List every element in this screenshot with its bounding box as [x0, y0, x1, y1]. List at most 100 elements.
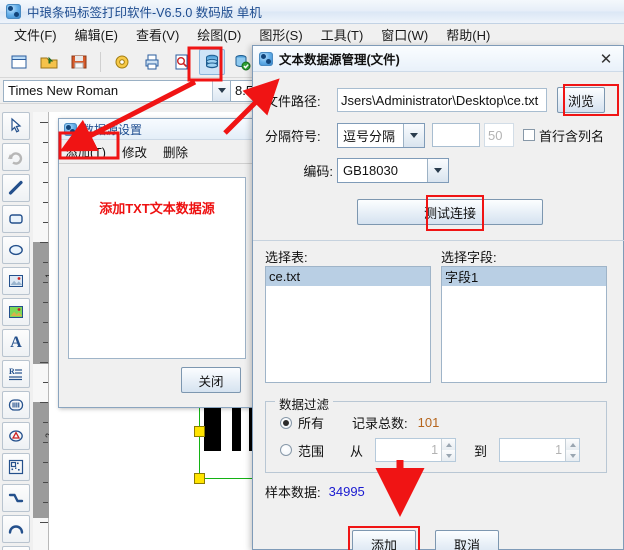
separator-custom-input[interactable]	[432, 123, 480, 147]
rectangle-icon[interactable]	[2, 205, 30, 233]
settings-gear-icon[interactable]	[109, 49, 135, 75]
sample-data-label: 样本数据:	[265, 485, 321, 500]
application-window: 中琅条码标签打印软件-V6.5.0 数码版 单机 文件(F) 编辑(E) 查看(…	[0, 0, 624, 550]
table-listbox[interactable]: ce.txt	[265, 266, 431, 383]
rotate-icon[interactable]	[2, 143, 30, 171]
text-dialog-title: 文本数据源管理(文件)	[279, 53, 400, 67]
select-cursor-icon[interactable]	[2, 112, 30, 140]
menu-bar: 文件(F) 编辑(E) 查看(V) 绘图(D) 图形(S) 工具(T) 窗口(W…	[0, 24, 624, 46]
separator-value: 逗号分隔	[343, 128, 396, 144]
arc-icon[interactable]	[2, 515, 30, 543]
app-title: 中琅条码标签打印软件-V6.5.0 数码版 单机	[27, 6, 262, 20]
text-icon[interactable]: A	[2, 329, 30, 357]
menu-item-shape[interactable]: 图形(S)	[250, 23, 311, 47]
drawing-tool-palette: A R	[2, 112, 32, 550]
chevron-down-icon[interactable]	[403, 123, 424, 147]
title-bar: 中琅条码标签打印软件-V6.5.0 数码版 单机	[0, 0, 624, 24]
sample-data-value: 34995	[328, 484, 365, 499]
new-document-icon[interactable]	[6, 49, 32, 75]
radio-range[interactable]	[280, 444, 292, 456]
open-folder-icon[interactable]	[36, 49, 62, 75]
record-limit-input[interactable]: 50	[484, 123, 514, 147]
logo-icon[interactable]	[2, 422, 30, 450]
range-to-value: 1	[555, 443, 563, 457]
datasource-list[interactable]: 添加TXT文本数据源	[68, 177, 246, 359]
radio-all-label: 所有	[298, 416, 325, 431]
section-divider	[253, 240, 624, 241]
font-size-value: 8.5	[235, 83, 254, 98]
file-path-input[interactable]: Jsers\Administrator\Desktop\ce.txt	[337, 88, 547, 112]
record-count-label: 记录总数:	[352, 416, 408, 431]
text-dialog-icon	[259, 51, 273, 66]
polyline-icon[interactable]	[2, 484, 30, 512]
more-tool-icon[interactable]	[2, 546, 30, 550]
datasource-dialog-menubar: 添加(T) 修改 删除	[59, 140, 253, 164]
resize-handle-mid-left[interactable]	[194, 426, 205, 437]
range-from-spinner[interactable]: 1	[375, 438, 457, 462]
datasource-menu-modify[interactable]: 修改	[122, 142, 147, 161]
range-from-value: 1	[431, 443, 439, 457]
range-from-stepper[interactable]	[441, 439, 456, 461]
radio-range-label: 范围	[298, 443, 325, 459]
line-icon[interactable]	[2, 174, 30, 202]
range-to-spinner[interactable]: 1	[499, 438, 581, 462]
header-row-checkbox[interactable]	[523, 129, 535, 141]
datasource-settings-dialog: 数据源设置 添加(T) 修改 删除 添加TXT文本数据源 关闭	[58, 118, 254, 408]
qrcode-icon[interactable]	[2, 453, 30, 481]
encoding-value: GB18030	[343, 162, 398, 178]
print-icon[interactable]	[139, 49, 165, 75]
image-color-icon[interactable]	[2, 298, 30, 326]
encoding-label: 编码:	[303, 163, 333, 179]
menu-item-tools[interactable]: 工具(T)	[312, 23, 373, 47]
menu-item-draw[interactable]: 绘图(D)	[188, 23, 250, 47]
select-table-label: 选择表:	[265, 250, 308, 265]
encoding-row: 编码: GB18030	[253, 156, 624, 184]
range-from-label: 从	[350, 443, 364, 459]
text-dialog-titlebar: 文本数据源管理(文件) ✕	[253, 46, 623, 72]
save-icon[interactable]	[66, 49, 92, 75]
menu-item-file[interactable]: 文件(F)	[5, 23, 66, 47]
menu-item-view[interactable]: 查看(V)	[127, 23, 188, 47]
range-to-stepper[interactable]	[565, 439, 580, 461]
range-to-label: 到	[474, 443, 488, 459]
resize-handle-bottom-left[interactable]	[194, 473, 205, 484]
browse-highlight-box	[563, 84, 619, 116]
chevron-down-icon[interactable]	[212, 80, 230, 101]
menu-item-help[interactable]: 帮助(H)	[437, 23, 499, 47]
list-item[interactable]: ce.txt	[266, 267, 430, 286]
menu-item-window[interactable]: 窗口(W)	[372, 23, 437, 47]
data-filter-title: 数据过滤	[275, 394, 334, 413]
datasource-dialog-title: 数据源设置	[82, 122, 143, 137]
datasource-menu-delete[interactable]: 删除	[163, 142, 188, 161]
main-window: 中琅条码标签打印软件-V6.5.0 数码版 单机 文件(F) 编辑(E) 查看(…	[0, 0, 624, 550]
file-path-value: Jsers\Administrator\Desktop\ce.txt	[341, 92, 539, 108]
datasource-dialog-body: 添加TXT文本数据源 关闭	[59, 165, 253, 407]
data-filter-group: 数据过滤 所有 记录总数: 101 范围 从 1 到 1	[265, 394, 607, 473]
barcode-icon[interactable]	[2, 391, 30, 419]
print-preview-icon[interactable]	[169, 49, 195, 75]
list-item[interactable]: 字段1	[442, 267, 606, 286]
encoding-combo[interactable]: GB18030	[337, 157, 449, 183]
font-family-value: Times New Roman	[8, 83, 119, 98]
database-icon[interactable]	[199, 48, 225, 75]
field-listbox[interactable]: 字段1	[441, 266, 607, 383]
cancel-button[interactable]: 取消	[435, 530, 499, 550]
image-icon[interactable]	[2, 267, 30, 295]
close-icon[interactable]: ✕	[595, 49, 617, 69]
vertical-ruler: 1 2	[33, 112, 54, 550]
datasource-menu-add[interactable]: 添加(T)	[65, 142, 106, 161]
datasource-dialog-titlebar: 数据源设置	[59, 119, 253, 140]
font-family-combo[interactable]: Times New Roman	[3, 79, 231, 102]
file-path-label: 文件路径:	[265, 93, 321, 109]
separator-combo[interactable]: 逗号分隔	[337, 122, 425, 148]
separator-label: 分隔符号:	[265, 128, 321, 144]
paragraph-icon[interactable]: R	[2, 360, 30, 388]
chevron-down-icon[interactable]	[427, 158, 448, 182]
header-row-label: 首行含列名	[539, 128, 605, 144]
select-field-label: 选择字段:	[441, 250, 497, 265]
ellipse-icon[interactable]	[2, 236, 30, 264]
datasource-close-button[interactable]: 关闭	[181, 367, 241, 393]
add-button-highlight-box	[348, 526, 420, 550]
radio-all[interactable]	[280, 416, 292, 429]
menu-item-edit[interactable]: 编辑(E)	[66, 23, 127, 47]
